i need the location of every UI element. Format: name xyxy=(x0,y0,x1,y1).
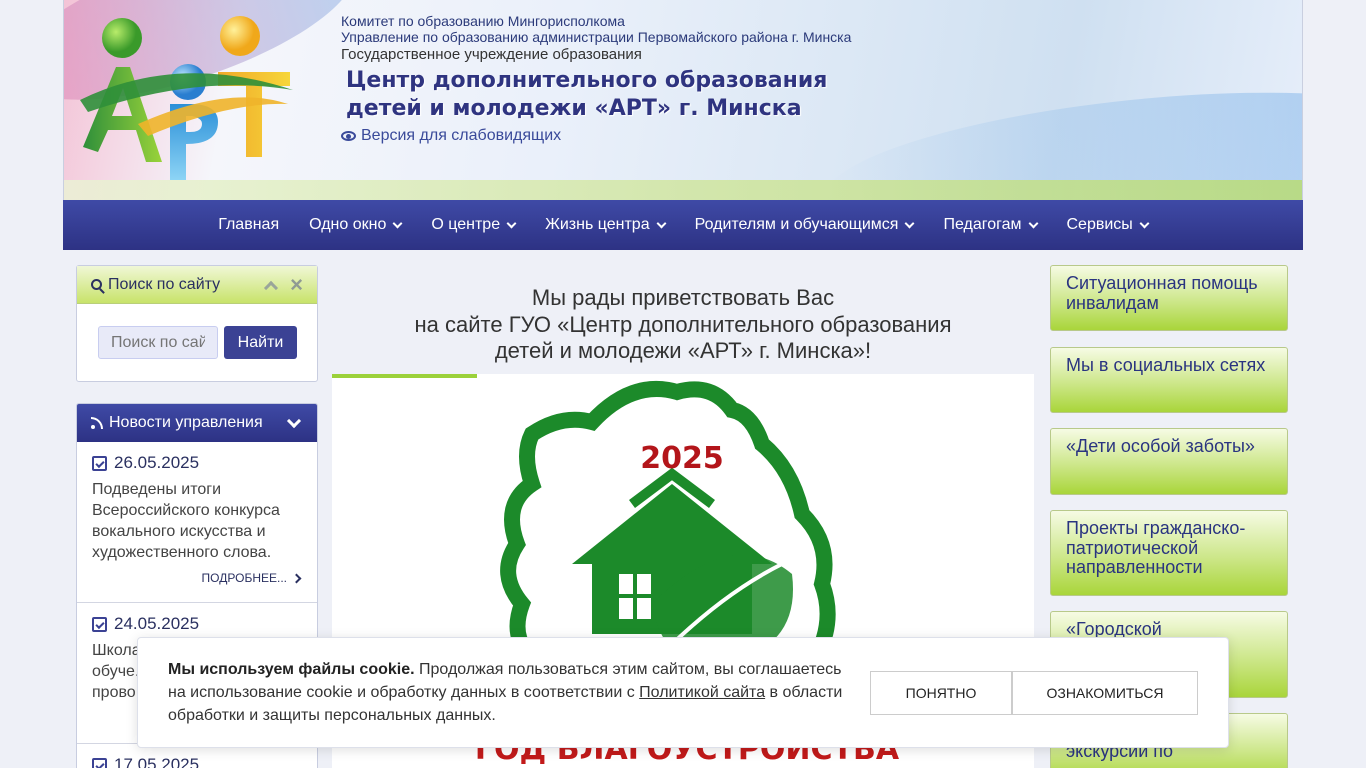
nav-item-center-life[interactable]: Жизнь центра xyxy=(530,200,680,250)
search-icon xyxy=(91,279,102,290)
news-text[interactable]: Школа... обуче... прово... xyxy=(92,640,142,703)
chevron-down-icon xyxy=(506,218,517,228)
header-department: Управление по образованию администрации … xyxy=(341,29,852,45)
welcome-line: детей и молодежи «АРТ» г. Минска»! xyxy=(494,338,872,363)
accent-line xyxy=(332,374,477,378)
news-panel-title: Новости управления xyxy=(109,414,263,431)
nav-label: Жизнь центра xyxy=(545,216,650,233)
search-panel-title: Поиск по сайту xyxy=(108,275,221,293)
nav-label: Одно окно xyxy=(309,216,387,233)
chevron-down-icon[interactable] xyxy=(286,413,302,428)
nav-label: Педагогам xyxy=(943,216,1022,233)
calendar-check-icon xyxy=(92,757,107,768)
news-date: 24.05.2025 xyxy=(114,614,200,633)
link-social-networks[interactable]: Мы в социальных сетях xyxy=(1050,347,1288,413)
nav-item-one-window[interactable]: Одно окно xyxy=(294,200,416,250)
chevron-down-icon xyxy=(656,218,667,228)
header-text-block: Комитет по образованию Мингорисполкома У… xyxy=(341,13,961,145)
welcome-line: Мы рады приветствовать Вас xyxy=(531,285,835,310)
chevron-right-icon xyxy=(291,573,302,584)
nav-label: Главная xyxy=(218,216,280,233)
nav-label: О центре xyxy=(431,216,501,233)
calendar-check-icon xyxy=(92,616,107,632)
collapse-icon[interactable] xyxy=(264,280,279,295)
search-button[interactable]: Найти xyxy=(224,326,297,359)
link-special-care-children[interactable]: «Дети особой заботы» xyxy=(1050,428,1288,495)
low-vision-link[interactable]: Версия для слабовидящих xyxy=(341,127,961,145)
nav-item-about[interactable]: О центре xyxy=(416,200,530,250)
link-patriotic-projects[interactable]: Проекты гражданско-патриотической направ… xyxy=(1050,510,1288,596)
welcome-line: на сайте ГУО «Центр дополнительного обра… xyxy=(414,311,952,337)
news-text[interactable]: Подведены итоги Всероссийского конкурса … xyxy=(92,479,302,563)
nav-item-services[interactable]: Сервисы xyxy=(1052,200,1163,250)
site-title-line2: детей и молодежи «АРТ» г. Минска xyxy=(346,96,802,121)
header-institution-type: Государственное учреждение образования xyxy=(341,46,642,63)
nav-item-home[interactable]: Главная xyxy=(203,200,294,250)
search-panel-header: Поиск по сайту × xyxy=(77,266,317,304)
news-date: 26.05.2025 xyxy=(114,453,200,472)
cookie-details-button[interactable]: ОЗНАКОМИТЬСЯ xyxy=(1012,671,1198,715)
close-icon[interactable]: × xyxy=(290,273,303,296)
news-panel-header[interactable]: Новости управления xyxy=(77,404,317,442)
privacy-policy-link[interactable]: Политикой сайта xyxy=(639,684,765,701)
chevron-down-icon xyxy=(905,218,915,228)
search-panel: Поиск по сайту × Найти xyxy=(76,265,318,382)
nav-item-parents-students[interactable]: Родителям и обучающимся xyxy=(680,200,929,250)
nav-label: Сервисы xyxy=(1066,216,1133,233)
main-nav: Главная Одно окно О центре Жизнь центра … xyxy=(63,200,1303,250)
cookie-banner: Мы используем файлы cookie. Продолжая по… xyxy=(137,637,1229,748)
welcome-heading: Мы рады приветствовать Вас на сайте ГУО … xyxy=(332,285,1034,365)
calendar-check-icon xyxy=(92,455,107,471)
chevron-down-icon xyxy=(1028,218,1038,228)
site-header: Комитет по образованию Мингорисполкома У… xyxy=(63,0,1303,200)
news-item: 26.05.2025 Подведены итоги Всероссийског… xyxy=(77,442,317,603)
chevron-down-icon xyxy=(1139,218,1150,228)
header-committee: Комитет по образованию Мингорисполкома xyxy=(341,13,625,29)
art-logo[interactable] xyxy=(78,12,293,184)
chevron-down-icon xyxy=(392,218,403,228)
site-title-line1: Центр дополнительного образования xyxy=(346,68,828,93)
nav-item-teachers[interactable]: Педагогам xyxy=(928,200,1051,250)
cookie-accept-button[interactable]: ПОНЯТНО xyxy=(870,671,1012,715)
news-more-link[interactable]: ПОДРОБНЕЕ... xyxy=(92,571,302,585)
link-situational-help[interactable]: Ситуационная помощь инвалидам xyxy=(1050,265,1288,331)
nav-label: Родителям и обучающимся xyxy=(694,216,899,233)
banner-year-text: 2025 xyxy=(640,441,724,476)
cookie-bold: Мы используем файлы cookie. xyxy=(168,661,415,678)
eye-icon xyxy=(341,131,356,141)
search-input[interactable] xyxy=(98,326,218,359)
cookie-text: Мы используем файлы cookie. Продолжая по… xyxy=(168,658,858,727)
news-date: 17.05.2025 xyxy=(114,755,200,768)
news-more-label: ПОДРОБНЕЕ... xyxy=(201,571,287,585)
banner-year: 2025 xyxy=(640,441,724,476)
rss-icon xyxy=(91,417,103,429)
low-vision-label: Версия для слабовидящих xyxy=(361,127,562,144)
